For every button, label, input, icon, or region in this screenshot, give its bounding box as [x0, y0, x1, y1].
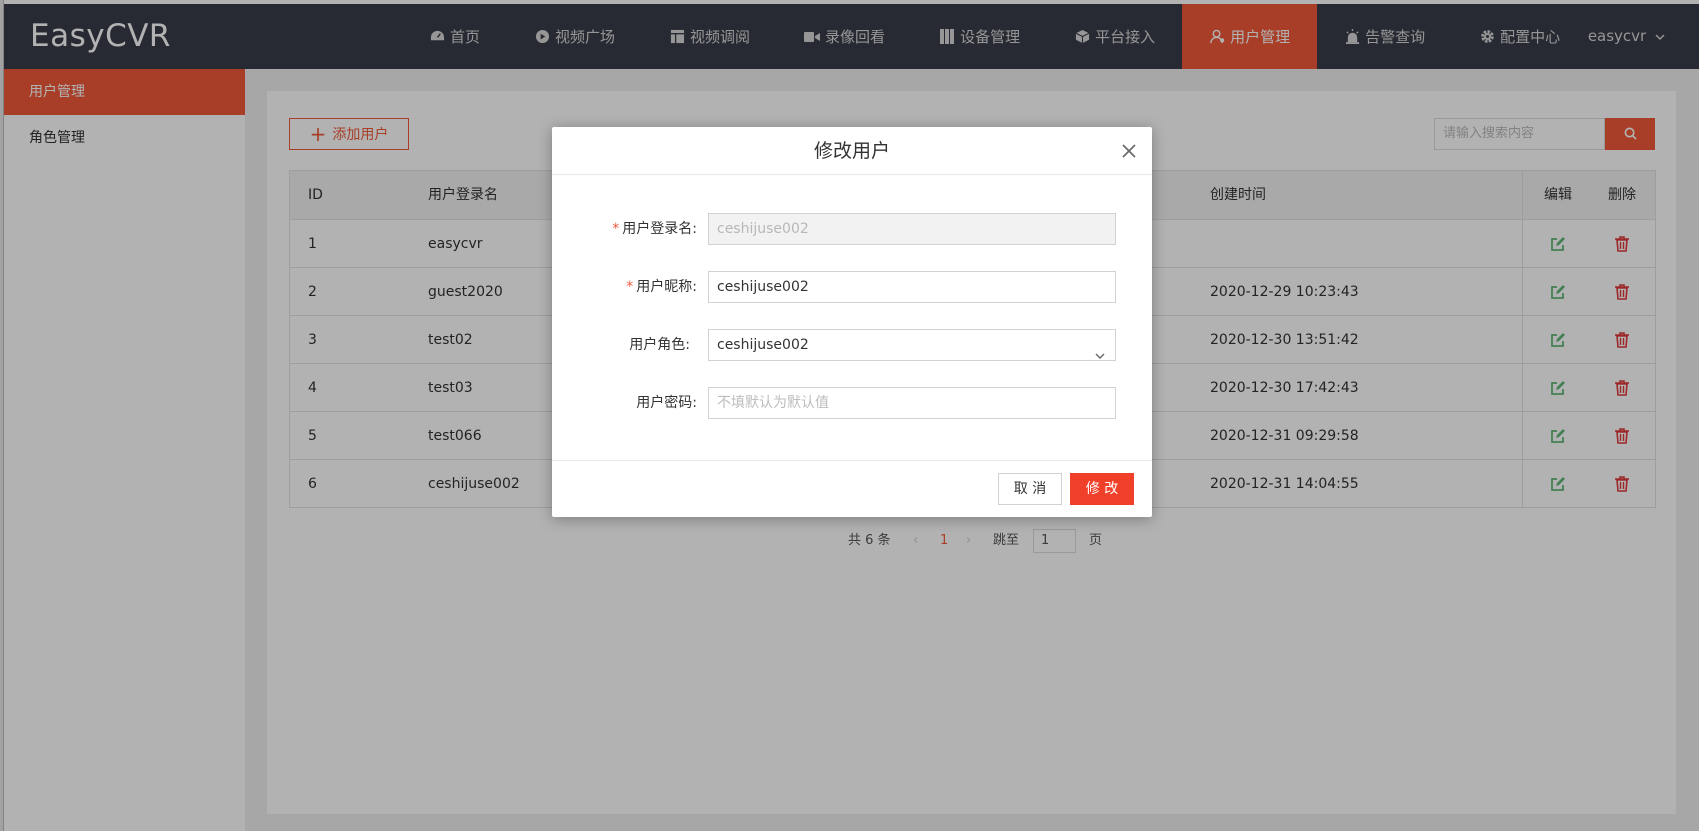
form-row-login: * 用户登录名: ceshijuse002: [552, 213, 1152, 245]
form-row-password: 用户密码: 不填默认为默认值: [552, 387, 1152, 419]
nickname-field[interactable]: ceshijuse002: [708, 271, 1116, 303]
chevron-down-icon: [1095, 341, 1105, 371]
password-field[interactable]: 不填默认为默认值: [708, 387, 1116, 419]
login-label: * 用户登录名:: [552, 213, 697, 245]
login-name-field: ceshijuse002: [708, 213, 1116, 245]
dialog-footer: 取 消 修 改: [552, 460, 1152, 517]
required-mark: *: [626, 279, 634, 295]
role-label: 用户角色:: [629, 337, 690, 353]
login-label-text: 用户登录名:: [622, 221, 697, 237]
form-row-nickname: * 用户昵称: ceshijuse002: [552, 271, 1152, 303]
dialog-title: 修改用户: [552, 127, 1152, 175]
password-label: 用户密码:: [636, 395, 697, 411]
nickname-label: * 用户昵称:: [552, 271, 697, 303]
required-mark: *: [612, 221, 620, 237]
role-select-value: ceshijuse002: [717, 337, 809, 353]
form-row-role: 用户角色: ceshijuse002: [552, 329, 1152, 361]
role-select[interactable]: ceshijuse002: [708, 329, 1116, 361]
cancel-button[interactable]: 取 消: [998, 473, 1062, 505]
submit-edit-button[interactable]: 修 改: [1070, 473, 1134, 505]
close-icon[interactable]: [1120, 142, 1138, 160]
nickname-label-text: 用户昵称:: [636, 279, 697, 295]
edit-user-dialog: 修改用户 * 用户登录名: ceshijuse002 * 用户昵称: ceshiju…: [552, 127, 1152, 517]
